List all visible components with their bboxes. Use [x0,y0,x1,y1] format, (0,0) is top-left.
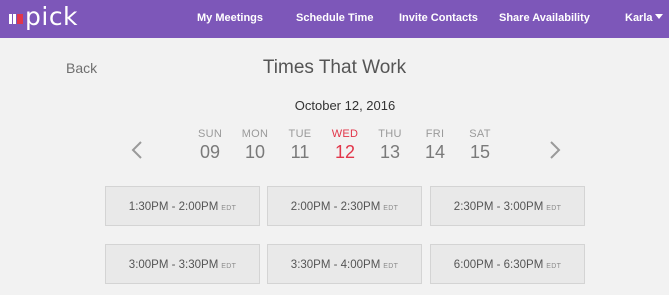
day-number: 10 [244,142,266,162]
slot-timezone: EDT [546,263,562,270]
day-mon[interactable]: MON 10 [233,128,277,163]
caret-down-icon [654,14,663,19]
time-slot-button[interactable]: 2:30PM - 3:00PM EDT [430,186,585,226]
day-sun[interactable]: SUN 09 [188,128,232,163]
day-sat[interactable]: SAT 15 [458,128,502,163]
time-slot-button[interactable]: 2:00PM - 2:30PM EDT [267,186,422,226]
slot-time: 3:30PM - 4:00PM [290,259,381,271]
selected-date: October 12, 2016 [294,98,396,113]
day-number: 15 [469,142,491,162]
nav-my-meetings[interactable]: My Meetings [197,12,263,24]
day-number: 12 [334,142,356,162]
day-number: 11 [290,142,310,162]
logo-text: pick [25,2,79,31]
day-name: MON [241,128,269,140]
user-menu[interactable]: Karla [625,12,663,24]
day-number: 14 [424,142,446,162]
day-number: 13 [379,142,401,162]
day-name: THU [378,128,402,140]
day-name: TUE [288,128,312,140]
chevron-left-icon [131,141,142,159]
time-slot-button[interactable]: 6:00PM - 6:30PM EDT [430,244,585,284]
day-fri[interactable]: FRI 14 [413,128,457,163]
day-tue[interactable]: TUE 11 [278,128,322,163]
slot-timezone: EDT [383,263,399,270]
slot-timezone: EDT [383,205,399,212]
day-number: 09 [199,142,221,162]
nav-share-availability[interactable]: Share Availability [499,12,590,24]
day-name: SUN [197,128,223,140]
nav-schedule-time[interactable]: Schedule Time [296,12,373,24]
day-name: WED [331,128,359,140]
page-title: Times That Work [262,57,407,78]
day-wed-selected[interactable]: WED 12 [323,128,367,163]
time-slot-button[interactable]: 3:30PM - 4:00PM EDT [267,244,422,284]
slot-time: 1:30PM - 2:00PM [128,201,219,213]
time-slot-button[interactable]: 1:30PM - 2:00PM EDT [105,186,260,226]
slot-time: 2:30PM - 3:00PM [453,201,544,213]
previous-week-button[interactable] [128,140,148,160]
chevron-right-icon [550,141,561,159]
slot-time: 3:00PM - 3:30PM [128,259,219,271]
slot-timezone: EDT [221,205,237,212]
slot-timezone: EDT [546,205,562,212]
slot-time: 6:00PM - 6:30PM [453,259,544,271]
day-name: SAT [469,128,491,140]
next-week-button[interactable] [545,140,565,160]
top-nav-bar: pick My Meetings Schedule Time Invite Co… [0,0,669,38]
slot-timezone: EDT [221,263,237,270]
nav-invite-contacts[interactable]: Invite Contacts [399,12,478,24]
day-name: FRI [425,128,445,140]
day-thu[interactable]: THU 13 [368,128,412,163]
logo-mark-icon [9,14,23,24]
user-name: Karla [625,12,653,24]
time-slot-button[interactable]: 3:00PM - 3:30PM EDT [105,244,260,284]
slot-time: 2:00PM - 2:30PM [290,201,381,213]
